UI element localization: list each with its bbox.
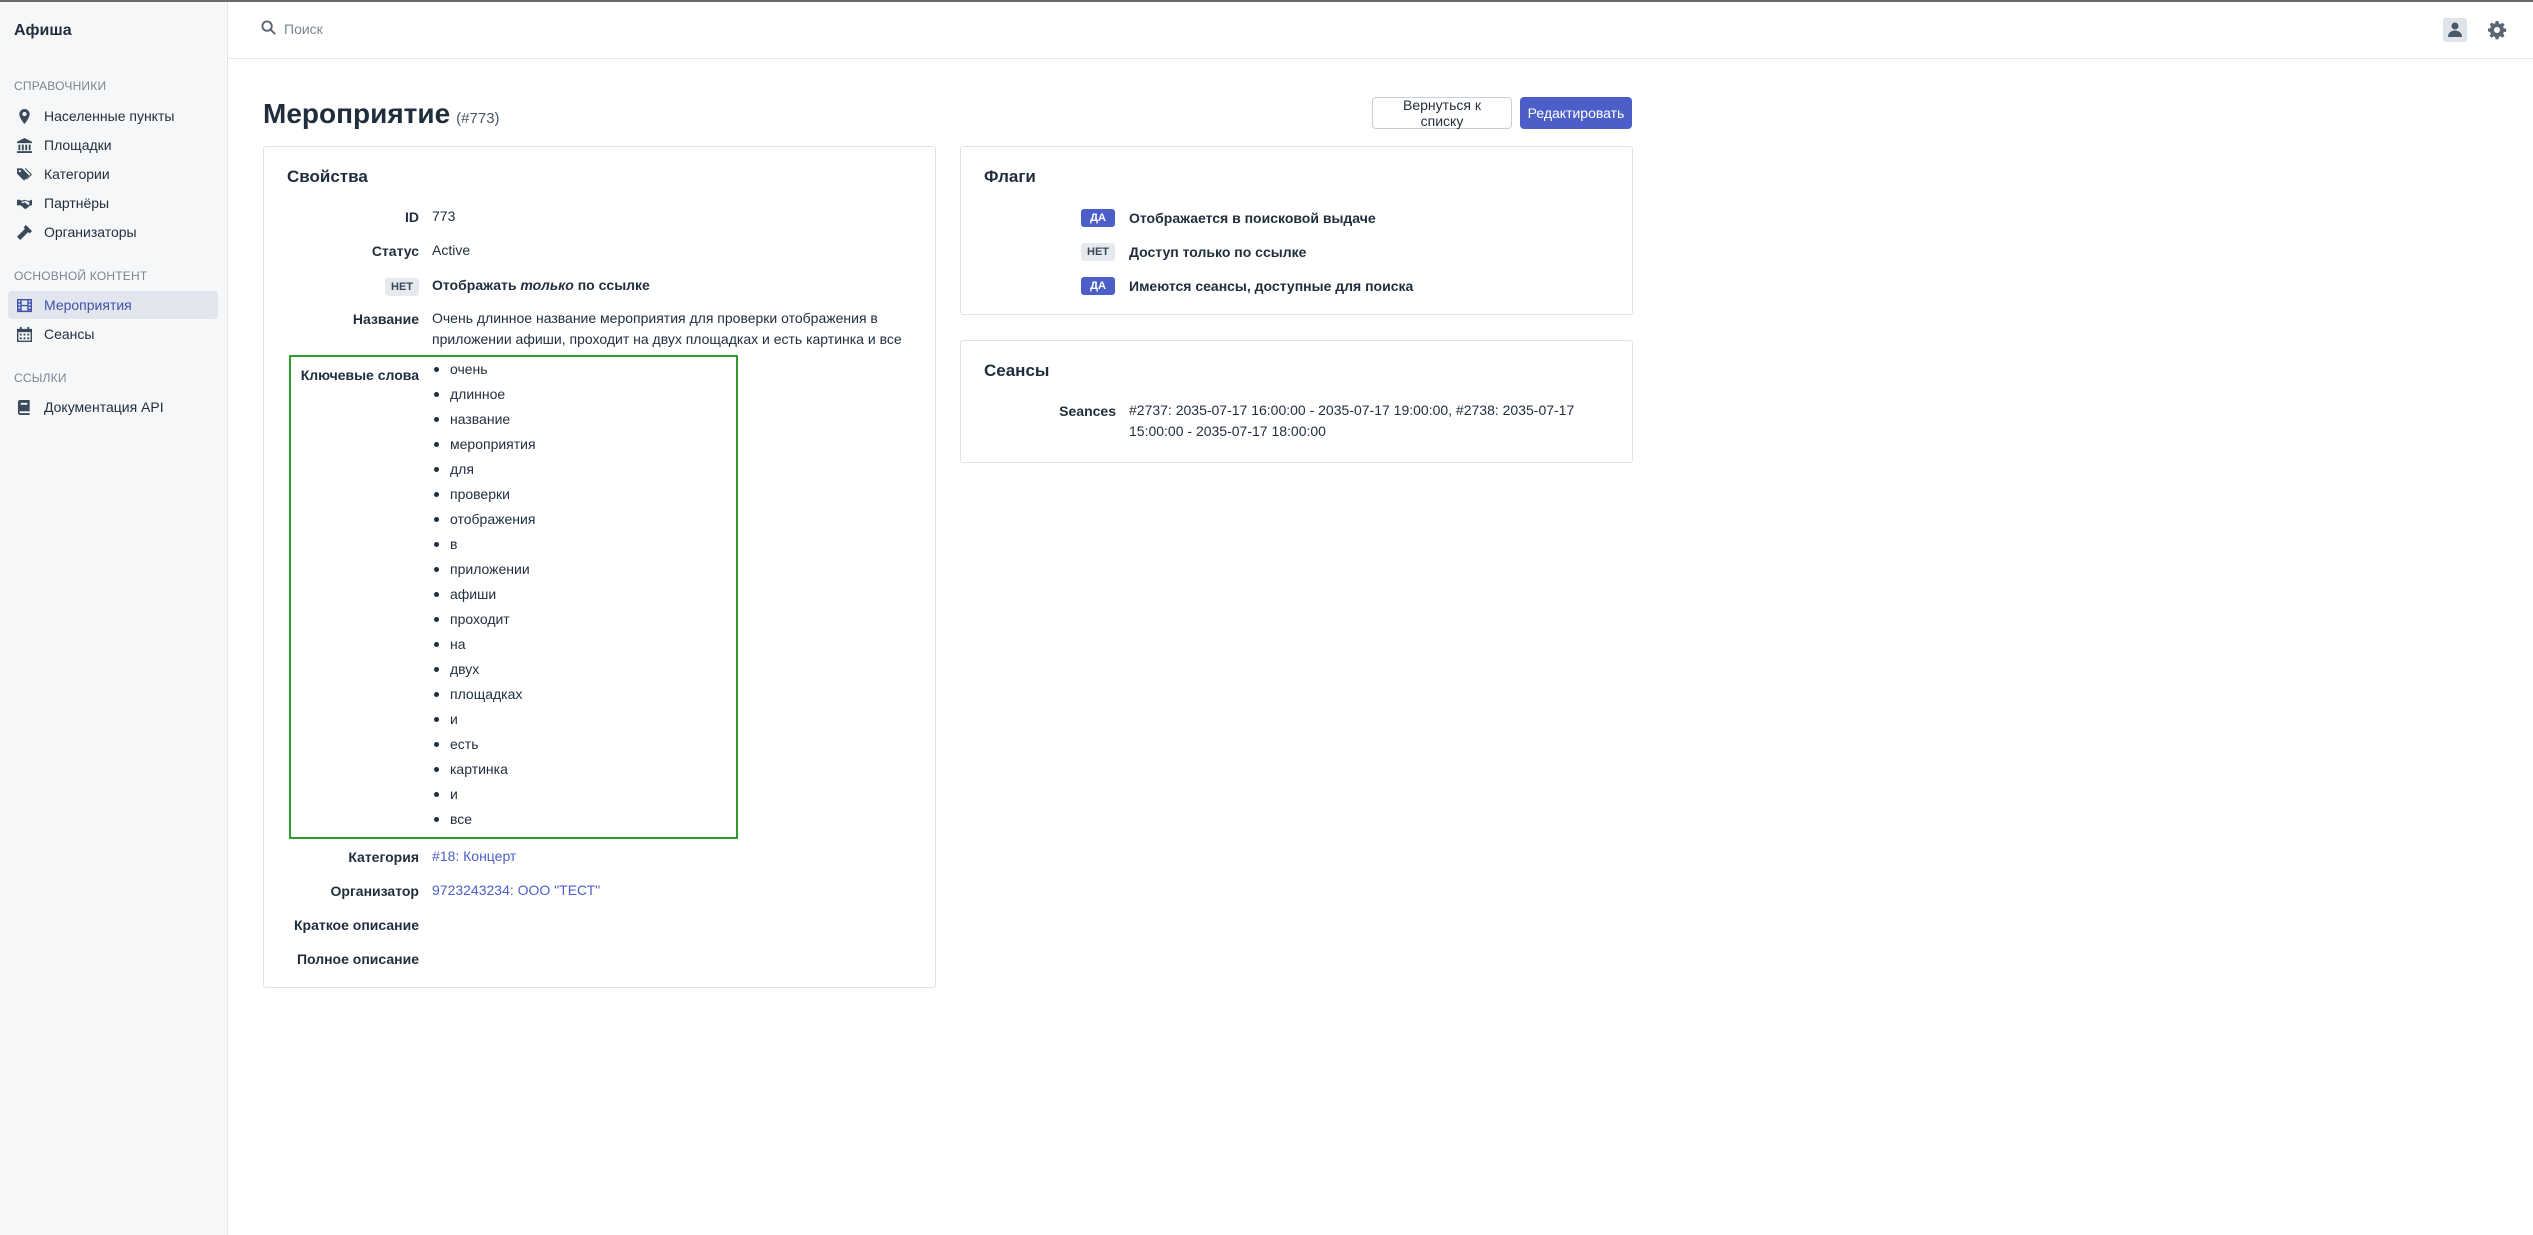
sidebar-item-events[interactable]: Мероприятия xyxy=(8,291,218,319)
edit-button[interactable]: Редактировать xyxy=(1520,97,1632,129)
event-id: (#773) xyxy=(456,110,500,127)
flag-row: НЕТ Доступ только по ссылке xyxy=(1081,243,1306,261)
keyword-item: на xyxy=(432,636,536,661)
property-label: Статус xyxy=(371,243,419,259)
sidebar-section-title: СПРАВОЧНИКИ xyxy=(14,79,107,93)
flag-label: Отображается в поисковой выдаче xyxy=(1129,210,1376,226)
flags-card: Флаги ДА Отображается в поисковой выдаче… xyxy=(960,146,1633,315)
keyword-item: и xyxy=(432,786,536,811)
keyword-item: очень xyxy=(432,361,536,386)
keyword-item: длинное xyxy=(432,386,536,411)
app-root: Афиша СПРАВОЧНИКИ Населенные пункты Площ… xyxy=(0,2,2533,1235)
calendar-icon xyxy=(16,326,32,342)
emphasis: только xyxy=(520,277,574,293)
sidebar-item-label: Сеансы xyxy=(44,326,95,342)
properties-title: Свойства xyxy=(287,167,368,186)
sidebar-item-organizers[interactable]: Организаторы xyxy=(8,218,218,246)
flag-label: Имеются сеансы, доступные для поиска xyxy=(1129,278,1414,294)
sidebar-item-partners[interactable]: Партнёры xyxy=(8,189,218,217)
property-value: Очень длинное название мероприятия для п… xyxy=(432,310,902,347)
gear-icon xyxy=(2487,21,2507,43)
search-input[interactable] xyxy=(284,21,684,37)
keyword-item: для xyxy=(432,461,536,486)
property-label: Ключевые слова xyxy=(300,367,419,383)
settings-button[interactable] xyxy=(2487,20,2507,40)
property-label: ID xyxy=(405,209,419,225)
sidebar-item-label: Населенные пункты xyxy=(44,108,175,124)
property-value: Active xyxy=(432,242,471,258)
film-icon xyxy=(16,297,32,313)
keywords-list: очень длинное название мероприятия для провер… xyxy=(432,361,536,836)
keyword-item: двух xyxy=(432,661,536,686)
sidebar-item-label: Документация API xyxy=(44,399,164,415)
yes-badge: ДА xyxy=(1081,209,1115,227)
sidebar-item-venues[interactable]: Площадки xyxy=(8,131,218,159)
keyword-item: есть xyxy=(432,736,536,761)
sidebar-item-api-docs[interactable]: Документация API xyxy=(8,393,218,421)
keyword-item: приложении xyxy=(432,561,536,586)
keyword-item: отображения xyxy=(432,511,536,536)
building-icon xyxy=(16,137,32,153)
seances-card: Сеансы Seances #2737: 2035-07-17 16:00:0… xyxy=(960,340,1633,463)
flag-label: Доступ только по ссылке xyxy=(1129,244,1307,260)
yes-badge: ДА xyxy=(1081,277,1115,295)
user-icon xyxy=(2447,21,2463,40)
property-label: Краткое описание xyxy=(294,917,419,933)
keyword-item: в xyxy=(432,536,536,561)
user-avatar[interactable] xyxy=(2443,18,2467,42)
keyword-item: афиши xyxy=(432,586,536,611)
keyword-item: проверки xyxy=(432,486,536,511)
flags-title: Флаги xyxy=(984,167,1036,186)
topbar xyxy=(229,2,2533,59)
properties-card: Свойства ID 773 Статус Active НЕТ Отобра… xyxy=(263,146,936,988)
organizer-link[interactable]: 9723243234: ООО "ТЕСТ" xyxy=(432,880,600,901)
seances-title: Сеансы xyxy=(984,361,1050,380)
sidebar-item-label: Партнёры xyxy=(44,195,110,211)
page-title-text: Мероприятие xyxy=(263,98,451,129)
app-title[interactable]: Афиша xyxy=(14,22,72,40)
sidebar-section-title: ОСНОВНОЙ КОНТЕНТ xyxy=(14,269,148,283)
sidebar-item-label: Мероприятия xyxy=(44,297,132,313)
property-value: Отображать только по ссылке xyxy=(432,277,650,293)
no-badge: НЕТ xyxy=(385,278,419,296)
keyword-item: все xyxy=(432,811,536,836)
keyword-item: мероприятия xyxy=(432,436,536,461)
sidebar: Афиша СПРАВОЧНИКИ Населенные пункты Площ… xyxy=(0,2,228,1235)
property-label: Название xyxy=(352,311,419,327)
sidebar-item-seances[interactable]: Сеансы xyxy=(8,320,218,348)
book-icon xyxy=(16,399,32,415)
no-badge: НЕТ xyxy=(1081,243,1115,261)
tags-icon xyxy=(16,166,32,182)
keyword-item: проходит xyxy=(432,611,536,636)
keyword-item: и xyxy=(432,711,536,736)
handshake-icon xyxy=(16,195,32,211)
map-pin-icon xyxy=(16,108,32,124)
sidebar-section-title: ССЫЛКИ xyxy=(14,371,67,385)
search-icon xyxy=(261,20,276,38)
seances-label: Seances xyxy=(1059,403,1116,419)
category-link[interactable]: #18: Концерт xyxy=(432,846,516,867)
property-value: 773 xyxy=(432,208,456,224)
property-label: Полное описание xyxy=(296,951,419,967)
keyword-item: площадках xyxy=(432,686,536,711)
sidebar-item-label: Площадки xyxy=(44,137,112,153)
property-label: НЕТ xyxy=(385,277,419,296)
hammer-icon xyxy=(16,224,32,240)
sidebar-item-localities[interactable]: Населенные пункты xyxy=(8,102,218,130)
sidebar-item-label: Организаторы xyxy=(44,224,137,240)
flag-row: ДА Отображается в поисковой выдаче xyxy=(1081,209,1376,227)
property-label: Категория xyxy=(348,849,419,865)
keyword-item: картинка xyxy=(432,761,536,786)
sidebar-item-label: Категории xyxy=(44,166,110,182)
page-title: Мероприятие (#773) xyxy=(263,98,500,130)
keyword-item: название xyxy=(432,411,536,436)
search-bar xyxy=(261,20,684,38)
seances-value: #2737: 2035-07-17 16:00:00 - 2035-07-17 … xyxy=(1129,402,1575,439)
flag-row: ДА Имеются сеансы, доступные для поиска xyxy=(1081,277,1413,295)
property-label: Организатор xyxy=(330,883,419,899)
back-to-list-button[interactable]: Вернуться к списку xyxy=(1372,97,1512,129)
sidebar-item-categories[interactable]: Категории xyxy=(8,160,218,188)
